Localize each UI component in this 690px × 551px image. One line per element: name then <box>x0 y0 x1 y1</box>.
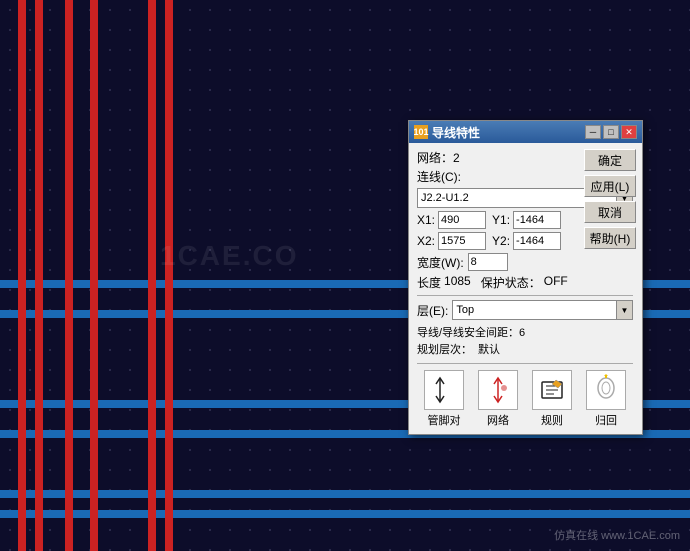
icon-rules-box <box>532 370 572 410</box>
protect-label: 保护状态： <box>481 274 541 291</box>
v-line-2 <box>35 0 43 551</box>
icon-rules[interactable]: 规则 <box>525 368 579 430</box>
dialog-main: 网络：2 连线(C): J2.2-U1.2 ▼ X1: <box>417 149 690 430</box>
icon-network-box <box>478 370 518 410</box>
cancel-button[interactable]: 取消 <box>584 201 636 223</box>
bottom-watermark: 仿真在线 www.1CAE.com <box>554 527 680 543</box>
h-line-5 <box>0 490 690 498</box>
icon-tube-pair-label: 管脚对 <box>428 412 461 428</box>
width-input[interactable] <box>468 253 508 271</box>
icon-network-label: 网络 <box>487 412 509 428</box>
help-button[interactable]: 帮助(H) <box>584 227 636 249</box>
rules-icon <box>536 374 568 406</box>
y1-label: Y1: <box>492 213 510 227</box>
rules-label: 规划层次： <box>417 341 472 357</box>
cad-watermark: 1CAE.CO <box>160 240 298 272</box>
icon-return[interactable]: 归回 <box>579 368 633 430</box>
dialog-title-left: 101 导线特性 <box>414 124 480 141</box>
length-label: 长度 <box>417 274 441 291</box>
layer-dropdown-arrow[interactable]: ▼ <box>616 301 632 319</box>
dialog-title: 导线特性 <box>432 124 480 141</box>
y2-field: Y2: <box>492 232 561 250</box>
layer-value: Top <box>453 304 616 316</box>
network-icon <box>482 374 514 406</box>
rules-row: 规划层次： 默认 <box>417 341 633 357</box>
length-item: 长度 1085 <box>417 274 471 291</box>
button-column: 确定 应用(L) 取消 帮助(H) <box>584 149 636 249</box>
length-protect-row: 长度 1085 保护状态： OFF <box>417 274 633 291</box>
wire-properties-dialog: 101 导线特性 ─ □ ✕ 网络：2 连线(C): J2.2-U1.2 <box>408 120 643 435</box>
maximize-button[interactable]: □ <box>603 125 619 139</box>
layer-dropdown[interactable]: Top ▼ <box>452 300 633 320</box>
protect-value: OFF <box>544 274 568 291</box>
icon-network[interactable]: 网络 <box>471 368 525 430</box>
safety-label: 导线/导线安全间距：6 <box>417 324 525 340</box>
safety-row: 导线/导线安全间距：6 <box>417 324 633 340</box>
apply-button[interactable]: 应用(L) <box>584 175 636 197</box>
dialog-titlebar: 101 导线特性 ─ □ ✕ <box>409 121 642 143</box>
x1-field: X1: <box>417 211 486 229</box>
close-button[interactable]: ✕ <box>621 125 637 139</box>
x2-label: X2: <box>417 234 435 248</box>
length-value: 1085 <box>444 274 471 291</box>
x1-label: X1: <box>417 213 435 227</box>
rules-value: 默认 <box>478 341 500 357</box>
icon-rules-label: 规则 <box>541 412 563 428</box>
h-line-6 <box>0 510 690 518</box>
v-line-6 <box>165 0 173 551</box>
protect-item: 保护状态： OFF <box>481 274 568 291</box>
x1-input[interactable] <box>438 211 486 229</box>
y1-field: Y1: <box>492 211 561 229</box>
ok-button[interactable]: 确定 <box>584 149 636 171</box>
y1-input[interactable] <box>513 211 561 229</box>
x2-input[interactable] <box>438 232 486 250</box>
v-line-3 <box>65 0 73 551</box>
v-line-1 <box>18 0 26 551</box>
width-row: 宽度(W): <box>417 253 633 271</box>
v-line-5 <box>148 0 156 551</box>
layer-label: 层(E): <box>417 302 448 319</box>
dialog-controls: ─ □ ✕ <box>585 125 637 139</box>
x2-field: X2: <box>417 232 486 250</box>
icon-return-box <box>586 370 626 410</box>
conn-label: 连线(C): <box>417 168 461 185</box>
y2-input[interactable] <box>513 232 561 250</box>
return-icon <box>590 374 622 406</box>
v-line-4 <box>90 0 98 551</box>
icon-return-label: 归回 <box>595 412 617 428</box>
y2-label: Y2: <box>492 234 510 248</box>
icon-tube-pair[interactable]: 管脚对 <box>417 368 471 430</box>
divider-1 <box>417 295 633 296</box>
icon-row: 管脚对 网络 <box>417 363 633 430</box>
dialog-app-icon: 101 <box>414 125 428 139</box>
tube-pair-icon <box>428 374 460 406</box>
width-label: 宽度(W): <box>417 254 464 271</box>
minimize-button[interactable]: ─ <box>585 125 601 139</box>
layer-row: 层(E): Top ▼ <box>417 300 633 320</box>
icon-tube-pair-box <box>424 370 464 410</box>
